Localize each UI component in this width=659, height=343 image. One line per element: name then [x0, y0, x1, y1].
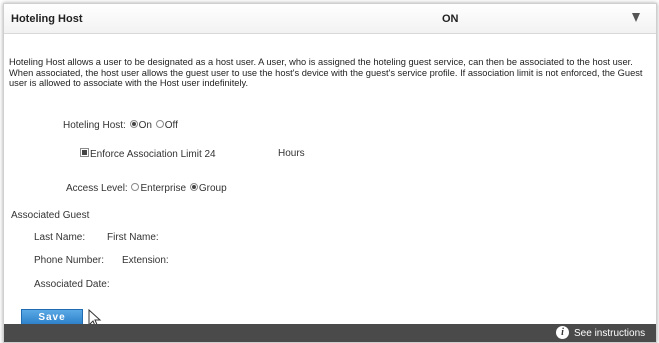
access-level-row: Access Level: Enterprise Group [66, 183, 227, 194]
enforce-limit-label: Enforce Association Limit [90, 149, 202, 160]
see-instructions-link[interactable]: See instructions [574, 328, 645, 339]
chevron-down-icon[interactable] [632, 13, 640, 22]
off-label: Off [164, 120, 178, 131]
last-name-label: Last Name: [34, 232, 86, 243]
hours-label: Hours [278, 148, 305, 159]
access-group-radio[interactable] [189, 183, 198, 191]
panel-header[interactable]: Hoteling Host ON [4, 4, 656, 34]
group-label: Group [198, 183, 227, 194]
enforce-limit-checkbox[interactable] [80, 148, 89, 157]
access-enterprise-radio[interactable] [131, 183, 140, 191]
limit-value[interactable]: 24 [205, 149, 216, 160]
on-label: On [138, 120, 152, 131]
hoteling-host-on-radio[interactable] [129, 120, 138, 128]
panel-footer: i See instructions [4, 324, 656, 342]
info-icon[interactable]: i [556, 326, 569, 339]
enterprise-label: Enterprise [140, 183, 187, 194]
hoteling-host-off-radio[interactable] [155, 120, 164, 128]
hoteling-host-row: Hoteling Host: On Off [63, 120, 178, 131]
hoteling-host-label: Hoteling Host: [63, 120, 126, 131]
associated-date-label: Associated Date: [34, 279, 110, 290]
enforce-limit-row: Enforce Association Limit 24 [80, 148, 216, 160]
phone-number-label: Phone Number: [34, 255, 105, 266]
extension-label: Extension: [122, 255, 169, 266]
status-label: ON [442, 13, 459, 25]
first-name-label: First Name: [107, 232, 159, 243]
description-text: Hoteling Host allows a user to be design… [9, 57, 643, 89]
panel-title: Hoteling Host [11, 13, 83, 25]
associated-guest-heading: Associated Guest [11, 210, 90, 221]
access-level-label: Access Level: [66, 183, 128, 194]
hoteling-host-panel: Hoteling Host ON Hoteling Host allows a … [3, 3, 657, 343]
